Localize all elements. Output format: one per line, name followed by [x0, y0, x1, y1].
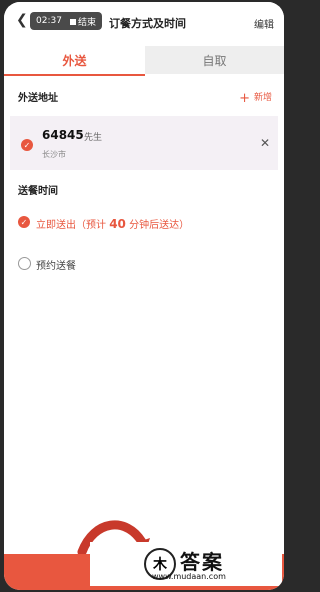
- watermark-text: 答案: [180, 550, 224, 574]
- edit-button[interactable]: 编辑: [254, 16, 274, 31]
- address-phone: 64845: [42, 128, 84, 142]
- option-scheduled[interactable]: 预约送餐: [18, 256, 278, 272]
- add-address-button[interactable]: + 新增: [239, 90, 272, 106]
- address-card[interactable]: ✓ 64845 先生 长沙市 ✕: [10, 116, 278, 170]
- app-screen: ❮ 02:37 结束 订餐方式及时间 编辑 外送 自取 外送地址 + 新增 ✓ 6…: [4, 2, 284, 590]
- order-type-tabs: 外送 自取: [4, 46, 284, 76]
- page-title: 订餐方式及时间: [109, 17, 186, 30]
- radio-icon: [18, 257, 31, 270]
- option-immediate[interactable]: ✓ 立即送出（预计 40 分钟后送达）: [18, 215, 278, 231]
- delivery-time-label: 送餐时间: [18, 186, 58, 197]
- address-salutation: 先生: [84, 133, 103, 143]
- recording-time: 02:37: [36, 16, 62, 26]
- tab-pickup[interactable]: 自取: [145, 46, 284, 74]
- stop-recording-button[interactable]: 结束: [69, 15, 96, 28]
- watermark: 木 答案 www.mudaan.com: [90, 542, 282, 586]
- address-section-label: 外送地址: [18, 93, 58, 104]
- stop-icon: [69, 18, 76, 25]
- back-arrow-icon[interactable]: ❮: [16, 12, 28, 28]
- scheduled-label: 预约送餐: [36, 261, 76, 272]
- close-icon[interactable]: ✕: [260, 136, 270, 150]
- selected-check-icon: ✓: [21, 139, 33, 151]
- active-tab-indicator: [4, 74, 145, 76]
- address-city: 长沙市: [42, 150, 66, 159]
- immediate-suffix: 分钟后送达）: [129, 220, 190, 231]
- immediate-prefix: 立即送出（预计: [36, 220, 106, 231]
- eta-minutes: 40: [109, 217, 126, 231]
- watermark-url: www.mudaan.com: [152, 572, 226, 581]
- plus-icon: +: [239, 91, 250, 106]
- selected-check-icon: ✓: [18, 216, 30, 228]
- recording-indicator[interactable]: 02:37 结束: [30, 12, 102, 30]
- top-bar: ❮ 02:37 结束 订餐方式及时间 编辑: [4, 2, 284, 42]
- tab-delivery[interactable]: 外送: [4, 46, 145, 74]
